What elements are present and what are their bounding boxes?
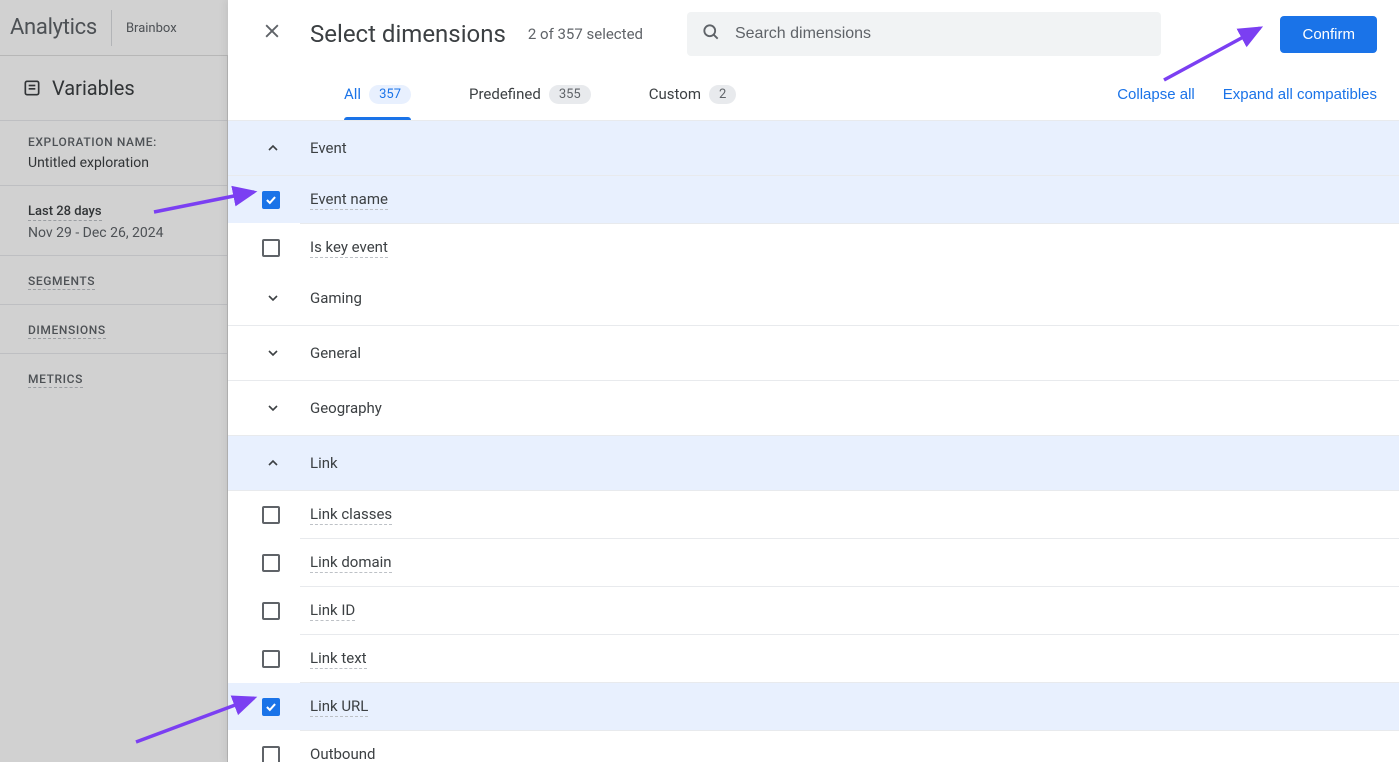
chevron-up-icon bbox=[262, 140, 284, 156]
group-label: General bbox=[310, 344, 361, 362]
dimension-label: Link text bbox=[310, 649, 367, 669]
checkbox[interactable] bbox=[262, 506, 280, 524]
checkbox[interactable] bbox=[262, 554, 280, 572]
checkbox[interactable] bbox=[262, 602, 280, 620]
group-header-event[interactable]: Event bbox=[228, 121, 1399, 176]
close-icon bbox=[262, 21, 282, 47]
checkbox[interactable] bbox=[262, 191, 280, 209]
dimension-label: Link classes bbox=[310, 505, 392, 525]
tabs-row: All 357 Predefined 355 Custom 2 Collapse… bbox=[228, 68, 1399, 120]
dimension-item-link-id[interactable]: Link ID bbox=[228, 587, 1399, 634]
close-button[interactable] bbox=[252, 14, 292, 54]
group-header-link[interactable]: Link bbox=[228, 436, 1399, 491]
checkbox[interactable] bbox=[262, 650, 280, 668]
dimension-label: Link ID bbox=[310, 601, 355, 621]
group-label: Link bbox=[310, 454, 338, 472]
checkbox[interactable] bbox=[262, 746, 280, 762]
dimension-item-event-name[interactable]: Event name bbox=[228, 176, 1399, 223]
panel-subtitle: 2 of 357 selected bbox=[528, 25, 643, 43]
chevron-up-icon bbox=[262, 455, 284, 471]
collapse-all-button[interactable]: Collapse all bbox=[1117, 86, 1195, 103]
dimension-label: Link domain bbox=[310, 553, 392, 573]
tab-all[interactable]: All 357 bbox=[330, 73, 425, 116]
dimensions-list: Event Event name Is key event Gaming bbox=[228, 120, 1399, 762]
checkbox[interactable] bbox=[262, 239, 280, 257]
dimension-label: Outbound bbox=[310, 745, 376, 762]
panel-header: Select dimensions 2 of 357 selected Conf… bbox=[228, 0, 1399, 68]
group-items-event: Event name Is key event bbox=[228, 176, 1399, 271]
dimension-label: Link URL bbox=[310, 697, 368, 717]
select-dimensions-panel: Select dimensions 2 of 357 selected Conf… bbox=[228, 0, 1399, 762]
chevron-down-icon bbox=[262, 290, 284, 306]
group-header-geography[interactable]: Geography bbox=[228, 381, 1399, 436]
group-label: Geography bbox=[310, 399, 382, 417]
dimension-item-outbound[interactable]: Outbound bbox=[228, 731, 1399, 762]
expand-all-compatibles-button[interactable]: Expand all compatibles bbox=[1223, 86, 1377, 103]
dimension-item-link-classes[interactable]: Link classes bbox=[228, 491, 1399, 538]
tab-custom[interactable]: Custom 2 bbox=[635, 73, 751, 116]
chevron-down-icon bbox=[262, 345, 284, 361]
tab-count: 357 bbox=[369, 85, 411, 104]
checkbox[interactable] bbox=[262, 698, 280, 716]
dimension-item-link-url[interactable]: Link URL bbox=[228, 683, 1399, 730]
group-label: Event bbox=[310, 139, 347, 157]
dimension-label: Is key event bbox=[310, 238, 388, 258]
tab-count: 355 bbox=[549, 85, 591, 104]
tab-label: All bbox=[344, 85, 361, 103]
group-header-gaming[interactable]: Gaming bbox=[228, 271, 1399, 326]
dimension-item-is-key-event[interactable]: Is key event bbox=[228, 224, 1399, 271]
panel-title: Select dimensions bbox=[310, 20, 506, 48]
tab-count: 2 bbox=[709, 85, 736, 104]
chevron-down-icon bbox=[262, 400, 284, 416]
search-icon bbox=[701, 22, 721, 46]
search-input[interactable] bbox=[735, 25, 1147, 43]
dimension-item-link-domain[interactable]: Link domain bbox=[228, 539, 1399, 586]
tab-label: Custom bbox=[649, 85, 701, 103]
confirm-button[interactable]: Confirm bbox=[1280, 16, 1377, 53]
group-label: Gaming bbox=[310, 289, 362, 307]
dimension-label: Event name bbox=[310, 190, 388, 210]
scrim-overlay bbox=[0, 0, 228, 762]
tab-label: Predefined bbox=[469, 85, 541, 103]
search-box[interactable] bbox=[687, 12, 1161, 56]
group-header-general[interactable]: General bbox=[228, 326, 1399, 381]
group-items-link: Link classes Link domain Link ID Link te… bbox=[228, 491, 1399, 762]
tab-predefined[interactable]: Predefined 355 bbox=[455, 73, 605, 116]
dimension-item-link-text[interactable]: Link text bbox=[228, 635, 1399, 682]
